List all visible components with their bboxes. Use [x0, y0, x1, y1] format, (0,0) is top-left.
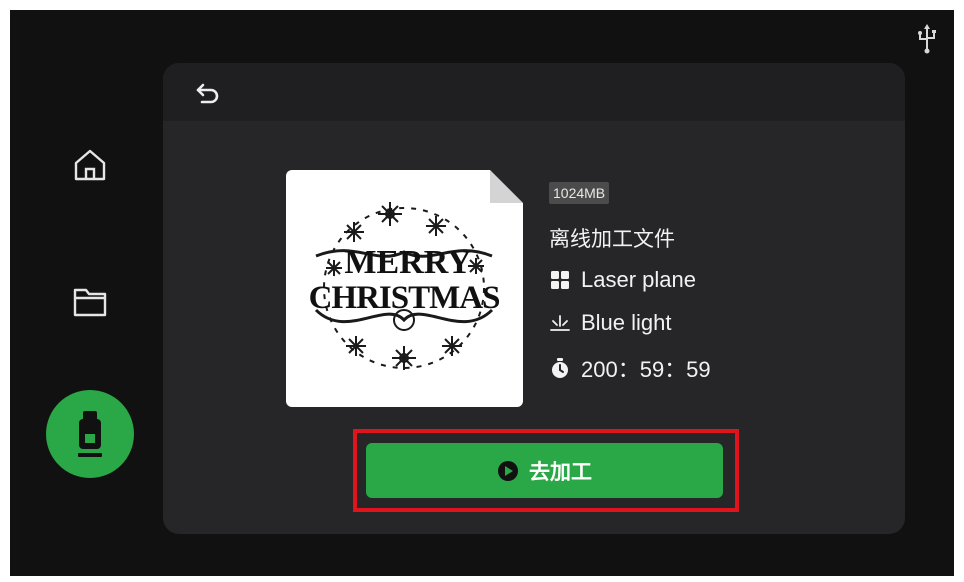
play-icon — [498, 460, 518, 481]
file-name: 离线加工文件 — [549, 223, 675, 253]
light-icon — [550, 315, 570, 331]
grid-icon — [551, 271, 569, 289]
start-processing-button[interactable]: 去加工 — [366, 443, 723, 498]
thumbnail-line2: CHRISTMAS — [309, 280, 500, 316]
device-screen: MERRY CHRISTMAS 1024MB 离线加工文件 Laser plan… — [10, 10, 954, 576]
time-row: 200：59：59 — [549, 352, 711, 384]
file-name-text: 离线加工文件 — [549, 228, 675, 251]
nav-home-button[interactable] — [66, 141, 114, 189]
file-thumbnail: MERRY CHRISTMAS — [286, 170, 523, 407]
home-icon — [74, 149, 106, 181]
usb-icon — [918, 24, 936, 54]
mode-row: Laser plane — [549, 267, 696, 293]
nav-usb-button[interactable] — [46, 390, 134, 478]
usb-drive-icon — [78, 411, 102, 457]
panel-header — [163, 63, 905, 121]
time-label: 200：59：59 — [581, 357, 711, 382]
folder-icon — [73, 288, 107, 317]
file-size-badge: 1024MB — [549, 182, 610, 204]
light-row: Blue light — [549, 310, 672, 336]
thumbnail-line1: MERRY — [344, 244, 471, 281]
timer-icon — [552, 358, 568, 378]
start-processing-label: 去加工 — [529, 460, 592, 484]
nav-files-button[interactable] — [66, 278, 114, 326]
mode-label: Laser plane — [581, 267, 696, 292]
christmas-wreath-image: MERRY CHRISTMAS — [309, 202, 500, 370]
light-label: Blue light — [581, 310, 672, 335]
page-fold-corner — [490, 170, 523, 203]
back-icon[interactable] — [194, 79, 222, 107]
